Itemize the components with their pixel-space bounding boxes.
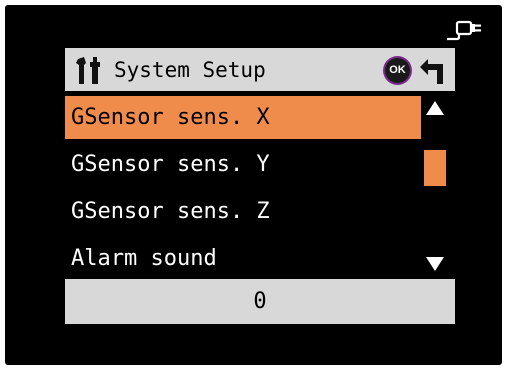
triangle-up-icon[interactable] [426, 101, 444, 115]
menu-item-label: GSensor sens. Y [71, 152, 270, 177]
back-arrow-icon[interactable] [419, 57, 447, 84]
triangle-down-icon[interactable] [426, 257, 444, 271]
menu-item-gsensor-y[interactable]: GSensor sens. Y [65, 143, 421, 186]
menu-item-gsensor-z[interactable]: GSensor sens. Z [65, 190, 421, 233]
power-plug-icon [447, 20, 481, 41]
tools-icon [76, 57, 100, 84]
title-bar: System Setup OK [65, 48, 455, 91]
menu-item-label: GSensor sens. Z [71, 199, 270, 224]
page-title: System Setup [114, 58, 266, 82]
ok-button[interactable]: OK [385, 58, 410, 83]
settings-menu: GSensor sens. X GSensor sens. Y GSensor … [65, 96, 421, 284]
device-screen: System Setup OK GSensor sens. X GSensor … [5, 5, 502, 365]
value-display: 0 [65, 279, 455, 324]
menu-item-alarm-sound[interactable]: Alarm sound [65, 237, 421, 280]
menu-item-label: GSensor sens. X [71, 105, 270, 130]
menu-item-label: Alarm sound [71, 246, 217, 271]
menu-item-gsensor-x[interactable]: GSensor sens. X [65, 96, 421, 139]
scrollbar-thumb[interactable] [424, 150, 446, 186]
